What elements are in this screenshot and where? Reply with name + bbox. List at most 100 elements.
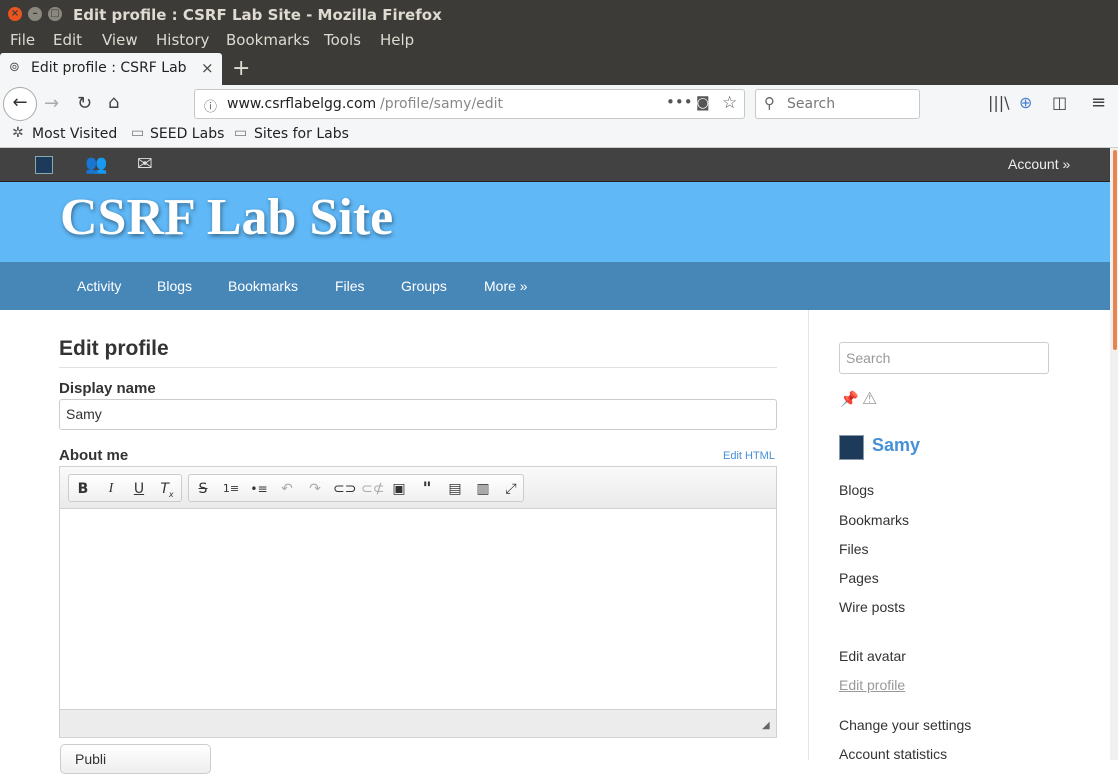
- new-tab-icon[interactable]: +: [232, 56, 250, 81]
- forward-icon[interactable]: →: [44, 95, 59, 113]
- edit-html-link[interactable]: Edit HTML: [723, 450, 775, 462]
- close-window-button[interactable]: ×: [8, 7, 22, 21]
- info-icon[interactable]: ⓘ: [204, 96, 217, 115]
- about-me-label: About me: [59, 447, 129, 464]
- site-menu-groups[interactable]: Groups: [401, 278, 447, 294]
- site-menu-files[interactable]: Files: [335, 278, 365, 294]
- user-avatar-icon[interactable]: [35, 156, 53, 174]
- menu-view[interactable]: View: [102, 31, 138, 49]
- format-group: B I U Tx: [68, 474, 182, 502]
- home-icon[interactable]: ⌂: [108, 94, 119, 112]
- site-title[interactable]: CSRF Lab Site: [60, 188, 393, 247]
- paste-text-icon[interactable]: ▥: [473, 479, 493, 499]
- site-header: CSRF Lab Site: [0, 182, 1110, 262]
- paste-icon[interactable]: ▤: [445, 479, 465, 499]
- folder-icon: ▭: [234, 125, 248, 141]
- image-icon[interactable]: ▣: [389, 479, 409, 499]
- undo-icon[interactable]: ↶: [277, 479, 297, 499]
- reload-icon[interactable]: ↻: [77, 95, 92, 113]
- page-actions-icon[interactable]: •••: [666, 93, 693, 111]
- sidebar-divider: [808, 310, 809, 760]
- editor-footer: ◢: [60, 709, 776, 737]
- sidebar-link-change-settings[interactable]: Change your settings: [839, 717, 971, 733]
- site-menu-more[interactable]: More »: [484, 278, 528, 294]
- unlink-icon[interactable]: ⊂⊄: [361, 479, 384, 499]
- numbered-list-icon[interactable]: 1≡: [221, 479, 241, 499]
- sidebar-link-wire-posts[interactable]: Wire posts: [839, 599, 905, 615]
- site-menu: Activity Blogs Bookmarks Files Groups Mo…: [0, 262, 1110, 310]
- account-menu[interactable]: Account »: [1008, 156, 1070, 172]
- site-search-input[interactable]: Search: [839, 342, 1049, 374]
- rich-text-editor: B I U Tx S 1≡ •≡ ↶ ↷ ⊂⊃ ⊂⊄ ▣ " ▤ ▥ ⤢ ◢: [59, 466, 777, 738]
- sidebar-link-edit-profile[interactable]: Edit profile: [839, 677, 905, 693]
- sidebar-link-pages[interactable]: Pages: [839, 570, 879, 586]
- menubar: File Edit View History Bookmarks Tools H…: [0, 28, 1118, 53]
- browser-search-placeholder: Search: [787, 96, 836, 112]
- redo-icon[interactable]: ↷: [305, 479, 325, 499]
- tab-strip: ⊚ Edit profile : CSRF Lab Si × +: [0, 53, 1118, 85]
- divider: [59, 367, 777, 368]
- scrollbar-thumb[interactable]: [1113, 150, 1117, 350]
- page-title: Edit profile: [59, 337, 169, 360]
- display-name-label: Display name: [59, 380, 156, 397]
- sidebar-link-blogs[interactable]: Blogs: [839, 482, 874, 498]
- navigation-toolbar: ← → ↻ ⌂ ⓘ www.csrflabelgg.com /profile/s…: [0, 85, 1118, 123]
- bold-icon[interactable]: B: [73, 479, 93, 499]
- site-menu-activity[interactable]: Activity: [77, 278, 121, 294]
- resize-handle-icon[interactable]: ◢: [762, 720, 770, 731]
- hamburger-menu-icon[interactable]: ≡: [1091, 94, 1106, 112]
- tools-group: S 1≡ •≡ ↶ ↷ ⊂⊃ ⊂⊄ ▣ " ▤ ▥ ⤢: [188, 474, 524, 502]
- messages-icon[interactable]: ✉: [137, 153, 153, 175]
- bookmark-seed-labs[interactable]: SEED Labs: [150, 126, 224, 142]
- sidebar-toggle-icon[interactable]: ◫: [1052, 95, 1067, 111]
- folder-icon: ▭: [131, 125, 145, 141]
- link-icon[interactable]: ⊂⊃: [333, 479, 356, 499]
- library-icon[interactable]: |||\: [988, 95, 1010, 111]
- pocket-icon[interactable]: ◙: [696, 95, 710, 111]
- bookmark-sites-for-labs[interactable]: Sites for Labs: [254, 126, 349, 142]
- browser-search-field[interactable]: ⚲ Search: [755, 89, 920, 119]
- menu-edit[interactable]: Edit: [53, 31, 82, 49]
- extension-icon[interactable]: ⊕: [1019, 95, 1032, 111]
- italic-icon[interactable]: I: [101, 479, 121, 499]
- bookmark-star-icon[interactable]: ☆: [722, 93, 737, 113]
- site-menu-bookmarks[interactable]: Bookmarks: [228, 278, 298, 294]
- pin-icon[interactable]: 📌: [840, 390, 859, 408]
- gear-icon: ✲: [12, 125, 24, 141]
- menu-tools[interactable]: Tools: [324, 31, 361, 49]
- back-button[interactable]: ←: [3, 87, 37, 121]
- display-name-input[interactable]: Samy: [59, 399, 777, 430]
- elgg-topbar: 👥 ✉ Account »: [0, 148, 1110, 182]
- strikethrough-icon[interactable]: S: [193, 479, 213, 499]
- tab-favicon-icon: ⊚: [9, 60, 20, 75]
- url-bar[interactable]: ⓘ www.csrflabelgg.com /profile/samy/edit…: [194, 89, 745, 119]
- menu-file[interactable]: File: [10, 31, 35, 49]
- blockquote-icon[interactable]: ": [417, 479, 437, 499]
- sidebar-link-files[interactable]: Files: [839, 541, 869, 557]
- sidebar-link-edit-avatar[interactable]: Edit avatar: [839, 648, 906, 664]
- sidebar-username[interactable]: Samy: [872, 435, 920, 456]
- editor-body[interactable]: [60, 509, 776, 709]
- window-titlebar: × – □ Edit profile : CSRF Lab Site - Moz…: [0, 0, 1118, 28]
- remove-format-icon[interactable]: Tx: [157, 479, 177, 499]
- url-domain: www.csrflabelgg.com: [227, 96, 377, 112]
- menu-bookmarks[interactable]: Bookmarks: [226, 31, 310, 49]
- underline-icon[interactable]: U: [129, 479, 149, 499]
- bookmarks-toolbar: ✲ Most Visited ▭ SEED Labs ▭ Sites for L…: [0, 123, 1118, 148]
- bulleted-list-icon[interactable]: •≡: [249, 479, 269, 499]
- url-path: /profile/samy/edit: [380, 96, 504, 112]
- close-tab-icon[interactable]: ×: [201, 59, 214, 77]
- sidebar-avatar[interactable]: [839, 435, 864, 460]
- sidebar-link-bookmarks[interactable]: Bookmarks: [839, 512, 909, 528]
- tab-edit-profile[interactable]: ⊚ Edit profile : CSRF Lab Si ×: [0, 53, 222, 85]
- menu-history[interactable]: History: [156, 31, 209, 49]
- minimize-window-button[interactable]: –: [28, 7, 42, 21]
- publish-button[interactable]: Publi: [60, 744, 211, 774]
- friends-icon[interactable]: 👥: [85, 154, 107, 175]
- maximize-icon[interactable]: ⤢: [501, 479, 521, 499]
- warning-icon[interactable]: ⚠: [862, 389, 877, 409]
- bookmark-most-visited[interactable]: Most Visited: [32, 126, 117, 142]
- site-menu-blogs[interactable]: Blogs: [157, 278, 192, 294]
- menu-help[interactable]: Help: [380, 31, 414, 49]
- maximize-window-button[interactable]: □: [48, 7, 62, 21]
